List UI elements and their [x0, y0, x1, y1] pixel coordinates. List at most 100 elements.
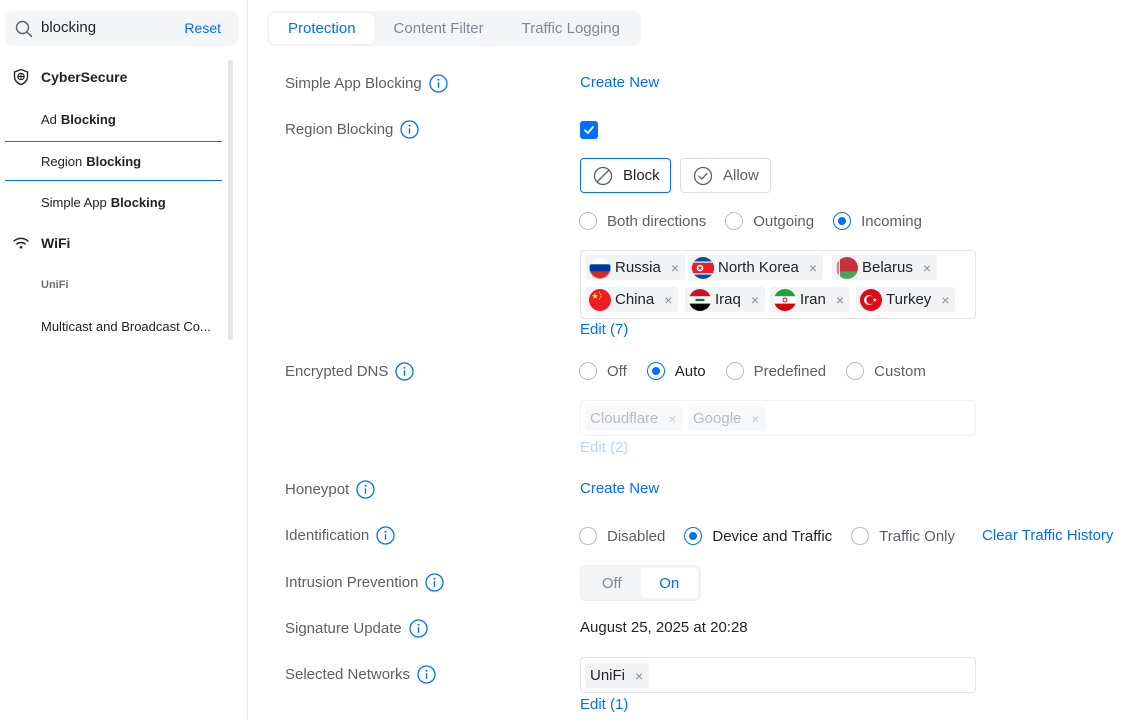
radio-id-disabled[interactable]: Disabled: [579, 527, 665, 545]
direction-radio-group: Both directions Outgoing Incoming: [579, 212, 940, 230]
country-chip-box[interactable]: Russia × North Korea × Belarus × China × Ira…: [580, 250, 976, 319]
edit-countries-link[interactable]: Edit (7): [580, 321, 628, 338]
radio-label: Both directions: [607, 212, 707, 230]
network-chip-box[interactable]: UniFi ×: [580, 657, 976, 693]
remove-chip-icon[interactable]: ×: [751, 292, 759, 308]
radio-dot-selected: [646, 362, 665, 380]
row-label-text: Signature Update: [285, 620, 402, 637]
sidebar-scrollbar[interactable]: [228, 60, 233, 340]
sidebar-item-ad-blocking[interactable]: Ad Blocking: [5, 99, 222, 139]
info-icon[interactable]: [376, 526, 395, 545]
search-input[interactable]: blocking: [41, 19, 96, 36]
belarus-flag-icon: [836, 256, 858, 279]
row-label-text: Encrypted DNS: [285, 363, 389, 380]
country-chip-russia: Russia ×: [585, 255, 686, 280]
tab-traffic-logging[interactable]: Traffic Logging: [503, 13, 639, 44]
sidebar-group-wifi[interactable]: WiFi: [12, 234, 70, 252]
tab-bar: Protection Content Filter Traffic Loggin…: [267, 11, 641, 46]
region-blocking-checkbox[interactable]: [580, 121, 598, 139]
info-icon[interactable]: [400, 120, 420, 139]
country-chip-iran: Iran ×: [770, 287, 851, 312]
remove-chip-icon[interactable]: ×: [809, 260, 817, 276]
identification-label: Identification: [285, 526, 395, 545]
chip-label: Belarus: [862, 259, 913, 276]
sidebar-item-simple-app-blocking[interactable]: Simple App Blocking: [5, 182, 222, 222]
radio-label: Auto: [674, 362, 706, 380]
sidebar-item-match: Blocking: [86, 153, 142, 169]
radio-both-directions[interactable]: Both directions: [579, 212, 706, 230]
check-circle-icon: [693, 166, 713, 185]
radio-dot: [579, 527, 597, 545]
radio-label: Traffic Only: [879, 527, 956, 545]
sidebar-item-region-blocking[interactable]: Region Blocking: [5, 141, 222, 181]
info-icon[interactable]: [409, 619, 428, 638]
remove-chip-icon[interactable]: ×: [664, 292, 672, 308]
info-icon[interactable]: [417, 665, 436, 684]
edit-networks-link[interactable]: Edit (1): [580, 696, 628, 713]
radio-label: Incoming: [861, 212, 922, 230]
info-icon[interactable]: [356, 480, 375, 499]
sidebar-subheader: UniFi: [41, 279, 69, 291]
remove-chip-icon[interactable]: ×: [635, 668, 643, 684]
radio-dns-predefined[interactable]: Predefined: [725, 362, 826, 380]
tab-protection[interactable]: Protection: [269, 13, 375, 44]
sidebar-group-label: WiFi: [41, 235, 71, 251]
info-icon[interactable]: [425, 573, 445, 592]
shield-icon: [13, 68, 29, 86]
toggle-off-option[interactable]: Off: [583, 568, 641, 598]
allow-button[interactable]: Allow: [680, 158, 771, 193]
remove-chip-icon[interactable]: ×: [671, 260, 679, 276]
radio-outgoing[interactable]: Outgoing: [725, 212, 814, 230]
radio-id-traffic-only[interactable]: Traffic Only: [851, 527, 955, 545]
chip-label: UniFi: [590, 667, 626, 684]
radio-dot: [579, 212, 597, 230]
iran-flag-icon: [774, 288, 796, 311]
row-label-text: Region Blocking: [285, 121, 394, 138]
network-chip-unifi: UniFi ×: [585, 663, 650, 688]
tab-content-filter[interactable]: Content Filter: [375, 13, 503, 44]
remove-chip-icon[interactable]: ×: [941, 292, 949, 308]
chip-label: Cloudflare: [590, 410, 659, 427]
block-button-label: Block: [623, 167, 660, 184]
chip-label: Iraq: [715, 291, 741, 308]
radio-incoming[interactable]: Incoming: [833, 212, 922, 230]
radio-label: Disabled: [607, 527, 666, 545]
row-label-text: Selected Networks: [285, 666, 411, 683]
search-box[interactable]: blocking Reset: [5, 11, 238, 46]
remove-chip-icon[interactable]: ×: [836, 292, 844, 308]
sidebar-item-label: Simple App: [41, 194, 107, 210]
chip-label: Russia: [615, 259, 661, 276]
chip-label: North Korea: [718, 259, 799, 276]
radio-label: Off: [607, 362, 627, 380]
remove-chip-icon[interactable]: ×: [923, 260, 931, 276]
wifi-icon: [13, 237, 29, 249]
row-label-text: Intrusion Prevention: [285, 574, 419, 591]
toggle-on-option[interactable]: On: [640, 568, 698, 598]
radio-id-device-and-traffic[interactable]: Device and Traffic: [684, 527, 832, 545]
info-icon[interactable]: [429, 74, 448, 93]
honeypot-create-new-link[interactable]: Create New: [580, 480, 659, 497]
radio-dot-selected: [833, 212, 852, 230]
row-label-text: Identification: [285, 527, 370, 544]
chip-label: Iran: [800, 291, 826, 308]
simple-app-create-new-link[interactable]: Create New: [580, 74, 659, 91]
reset-button[interactable]: Reset: [184, 20, 221, 36]
country-chip-belarus: Belarus ×: [832, 255, 938, 280]
radio-label: Device and Traffic: [712, 527, 833, 545]
sidebar-item-label: Multicast and Broadcast Co...: [41, 318, 211, 334]
dns-server-chip-box: Cloudflare × Google ×: [580, 400, 976, 436]
remove-chip-icon: ×: [668, 410, 677, 427]
radio-dot: [725, 212, 744, 230]
radio-dns-custom[interactable]: Custom: [846, 362, 926, 380]
block-button[interactable]: Block: [580, 158, 671, 193]
sidebar-group-cybersecure[interactable]: CyberSecure: [12, 68, 127, 86]
sidebar: blocking Reset CyberSecure Ad Blocking Re…: [0, 0, 248, 720]
radio-dns-off[interactable]: Off: [579, 362, 627, 380]
china-flag-icon: [589, 288, 611, 311]
sidebar-group-label: CyberSecure: [41, 69, 128, 85]
sidebar-item-multicast[interactable]: Multicast and Broadcast Co...: [5, 306, 222, 346]
clear-traffic-history-link[interactable]: Clear Traffic History: [982, 527, 1113, 544]
info-icon[interactable]: [395, 362, 415, 381]
remove-chip-icon: ×: [751, 410, 760, 427]
radio-dns-auto[interactable]: Auto: [646, 362, 706, 380]
